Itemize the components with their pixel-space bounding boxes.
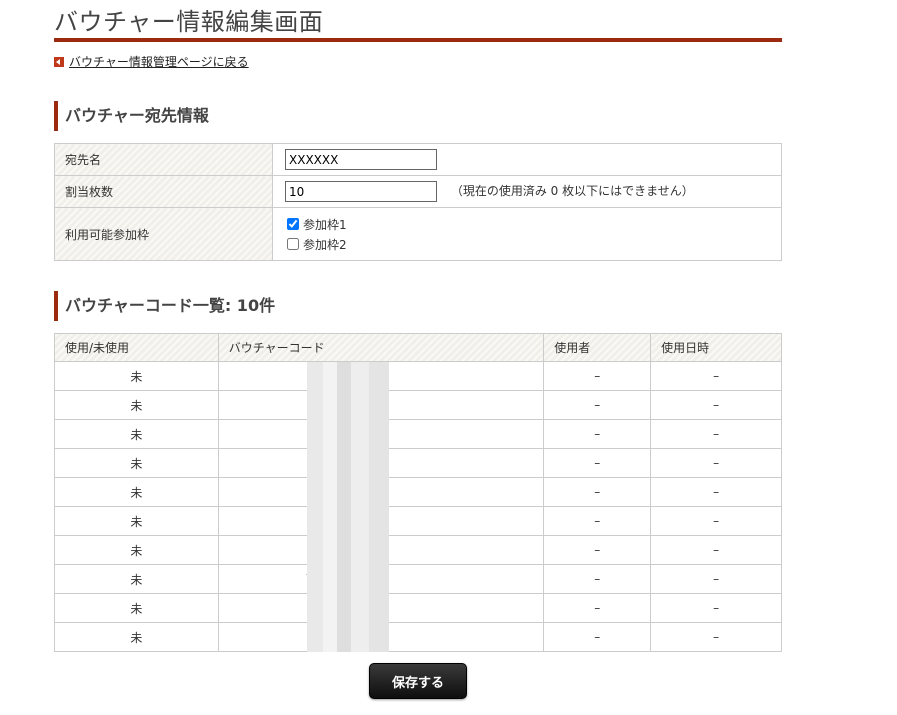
title-divider xyxy=(54,38,782,42)
user-cell: – xyxy=(543,477,652,507)
table-row: 未xijaWC5UHJ–– xyxy=(54,506,782,536)
recipient-name-input[interactable] xyxy=(285,149,437,170)
code-table-header: 使用/未使用 バウチャーコード 使用者 使用日時 xyxy=(54,333,782,362)
status-cell: 未 xyxy=(54,390,219,420)
slot-2-checkbox[interactable] xyxy=(287,238,299,250)
column-header-user: 使用者 xyxy=(543,333,652,362)
code-cell: tTaB5i3OFZ xyxy=(217,419,545,449)
count-note: （現在の使用済み 0 枚以下にはできません） xyxy=(450,184,694,198)
status-cell: 未 xyxy=(54,535,219,565)
code-cell: ihRsVMpOX xyxy=(217,535,545,565)
code-table-body: 未uFTrwpkz7––未lBZrHyqscT––未tTaB5i3OFZ––未i… xyxy=(54,361,782,652)
status-cell: 未 xyxy=(54,419,219,449)
redacted-code-mask xyxy=(306,536,389,565)
date-cell: – xyxy=(650,593,782,623)
back-to-management-link[interactable]: バウチャー情報管理ページに戻る xyxy=(69,53,249,70)
date-cell: – xyxy=(650,564,782,594)
recipient-section-heading: バウチャー宛先情報 xyxy=(54,101,209,131)
name-label: 宛先名 xyxy=(54,143,273,176)
status-cell: 未 xyxy=(54,593,219,623)
voucher-code-table: 使用/未使用 バウチャーコード 使用者 使用日時 未uFTrwpkz7––未lB… xyxy=(54,333,782,652)
date-cell: – xyxy=(650,419,782,449)
table-row: 未uFTrwpkz7–– xyxy=(54,361,782,391)
slots-label: 利用可能参加枠 xyxy=(54,207,273,261)
code-cell: iRECrM7uW xyxy=(217,448,545,478)
date-cell: – xyxy=(650,622,782,652)
slots-row: 利用可能参加枠 参加枠1 参加枠2 xyxy=(54,207,782,261)
slots-cell: 参加枠1 参加枠2 xyxy=(272,207,782,261)
date-cell: – xyxy=(650,448,782,478)
user-cell: – xyxy=(543,622,652,652)
table-row: 未tTaB5i3OFZ–– xyxy=(54,419,782,449)
back-arrow-icon xyxy=(54,56,64,67)
code-cell: lBZrHyqscT xyxy=(217,390,545,420)
user-cell: – xyxy=(543,593,652,623)
allocation-count-input[interactable] xyxy=(285,181,437,202)
user-cell: – xyxy=(543,361,652,391)
redacted-code-mask xyxy=(306,565,389,594)
name-cell xyxy=(272,143,782,176)
user-cell: – xyxy=(543,448,652,478)
column-header-code: バウチャーコード xyxy=(217,333,545,362)
back-link-row: バウチャー情報管理ページに戻る xyxy=(54,53,249,70)
status-cell: 未 xyxy=(54,361,219,391)
redacted-code-mask xyxy=(306,507,389,536)
count-row: 割当枚数 （現在の使用済み 0 枚以下にはできません） xyxy=(54,175,782,208)
code-cell: KFj75XCGa xyxy=(217,622,545,652)
status-cell: 未 xyxy=(54,564,219,594)
slot-1-checkbox[interactable] xyxy=(287,218,299,230)
table-row: 未GTQEDM5g–– xyxy=(54,477,782,507)
slot-option-2: 参加枠2 xyxy=(285,234,780,254)
save-button[interactable]: 保存する xyxy=(369,663,467,699)
code-cell: uFTrwpkz7 xyxy=(217,361,545,391)
table-row: 未ihRsVMpOX–– xyxy=(54,535,782,565)
user-cell: – xyxy=(543,535,652,565)
redacted-code-mask xyxy=(306,449,389,478)
page-title: バウチャー情報編集画面 xyxy=(54,8,324,36)
table-row: 未K4S9zxmHq–– xyxy=(54,593,782,623)
redacted-code-mask xyxy=(306,478,389,507)
date-cell: – xyxy=(650,477,782,507)
recipient-form-table: 宛先名 割当枚数 （現在の使用済み 0 枚以下にはできません） 利用可能参加枠 … xyxy=(54,143,782,261)
name-row: 宛先名 xyxy=(54,143,782,176)
code-cell: K4S9zxmHq xyxy=(217,593,545,623)
user-cell: – xyxy=(543,506,652,536)
code-cell: TwCGhvqyA xyxy=(217,564,545,594)
column-header-date: 使用日時 xyxy=(650,333,782,362)
redacted-code-mask xyxy=(306,594,389,623)
date-cell: – xyxy=(650,506,782,536)
table-row: 未lBZrHyqscT–– xyxy=(54,390,782,420)
table-row: 未KFj75XCGa–– xyxy=(54,622,782,652)
date-cell: – xyxy=(650,390,782,420)
slot-option-1: 参加枠1 xyxy=(285,214,780,234)
status-cell: 未 xyxy=(54,622,219,652)
date-cell: – xyxy=(650,535,782,565)
slot-1-label: 参加枠1 xyxy=(303,217,347,232)
redacted-code-mask xyxy=(306,623,389,652)
code-section-heading: バウチャーコード一覧: 10件 xyxy=(54,291,275,321)
redacted-code-mask xyxy=(306,362,389,391)
code-cell: xijaWC5UHJ xyxy=(217,506,545,536)
user-cell: – xyxy=(543,564,652,594)
status-cell: 未 xyxy=(54,477,219,507)
table-row: 未iRECrM7uW–– xyxy=(54,448,782,478)
user-cell: – xyxy=(543,390,652,420)
status-cell: 未 xyxy=(54,448,219,478)
redacted-code-mask xyxy=(306,391,389,420)
slot-2-label: 参加枠2 xyxy=(303,237,347,252)
count-cell: （現在の使用済み 0 枚以下にはできません） xyxy=(272,175,782,208)
date-cell: – xyxy=(650,361,782,391)
code-cell: GTQEDM5g xyxy=(217,477,545,507)
table-row: 未TwCGhvqyA–– xyxy=(54,564,782,594)
column-header-status: 使用/未使用 xyxy=(54,333,219,362)
user-cell: – xyxy=(543,419,652,449)
status-cell: 未 xyxy=(54,506,219,536)
count-label: 割当枚数 xyxy=(54,175,273,208)
redacted-code-mask xyxy=(306,420,389,449)
